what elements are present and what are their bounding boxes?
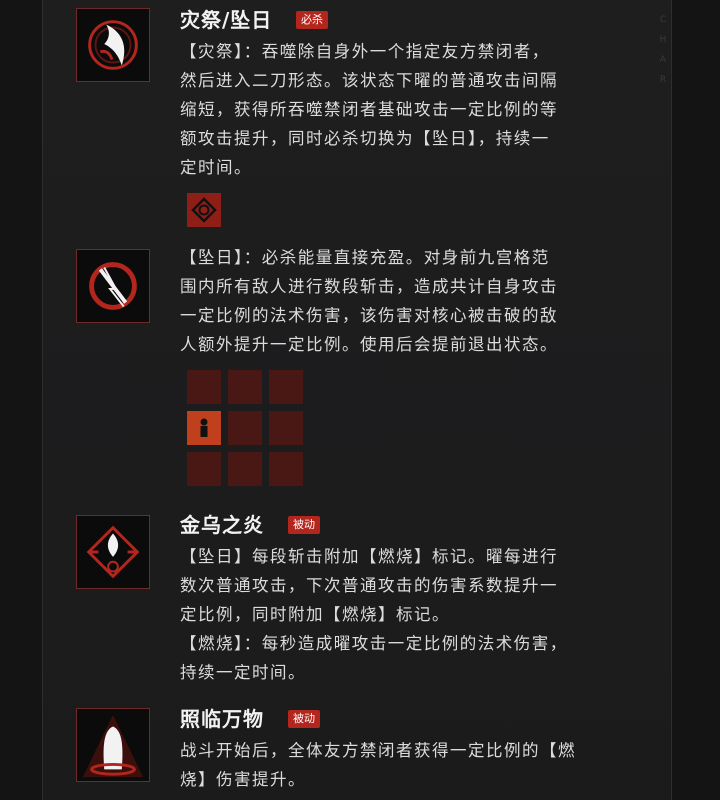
- edge-letter: H: [659, 35, 667, 45]
- falling-sun-icon[interactable]: [76, 249, 150, 323]
- radiance-figure-icon[interactable]: [76, 708, 150, 782]
- skill-title: 照临万物: [180, 707, 264, 731]
- range-cell: [269, 370, 303, 404]
- skill-description: 【坠日】每段斩击附加【燃烧】标记。曜每进行 数次普通攻击，下次普通攻击的伤害系数…: [180, 547, 568, 682]
- range-grid: [187, 370, 303, 486]
- range-cell: [187, 370, 221, 404]
- range-cell: [228, 411, 262, 445]
- golden-crow-flame-icon[interactable]: [76, 515, 150, 589]
- range-cell: [228, 452, 262, 486]
- passive-badge: 被动: [288, 710, 320, 728]
- passive-badge: 被动: [288, 516, 320, 534]
- range-cell: [228, 370, 262, 404]
- ultimate-badge: 必杀: [296, 11, 328, 29]
- edge-letter: A: [659, 55, 667, 65]
- range-cell: [269, 411, 303, 445]
- range-cell: [187, 452, 221, 486]
- skill-title: 金乌之炎: [180, 513, 264, 537]
- target-reticle-icon: [187, 193, 221, 227]
- self-cell: [187, 411, 221, 445]
- range-cell: [269, 452, 303, 486]
- skill-description: 【灾祭】：吞噬除自身外一个指定友方禁闭者， 然后进入二刀形态。该状态下曜的普通攻…: [180, 42, 558, 177]
- edge-letter: C: [659, 15, 667, 25]
- edge-watermark: C H A R: [657, 10, 669, 90]
- skill-description: 【坠日】：必杀能量直接充盈。对身前九宫格范 围内所有敌人进行数段斩击，造成共计自…: [180, 248, 558, 354]
- skill-title: 灾祭/坠日: [180, 8, 273, 32]
- flame-blade-icon[interactable]: [76, 8, 150, 82]
- edge-letter: R: [659, 75, 667, 85]
- character-icon: [200, 418, 208, 437]
- skill-description: 战斗开始后，全体友方禁闭者获得一定比例的【燃 烧】伤害提升。: [180, 741, 576, 789]
